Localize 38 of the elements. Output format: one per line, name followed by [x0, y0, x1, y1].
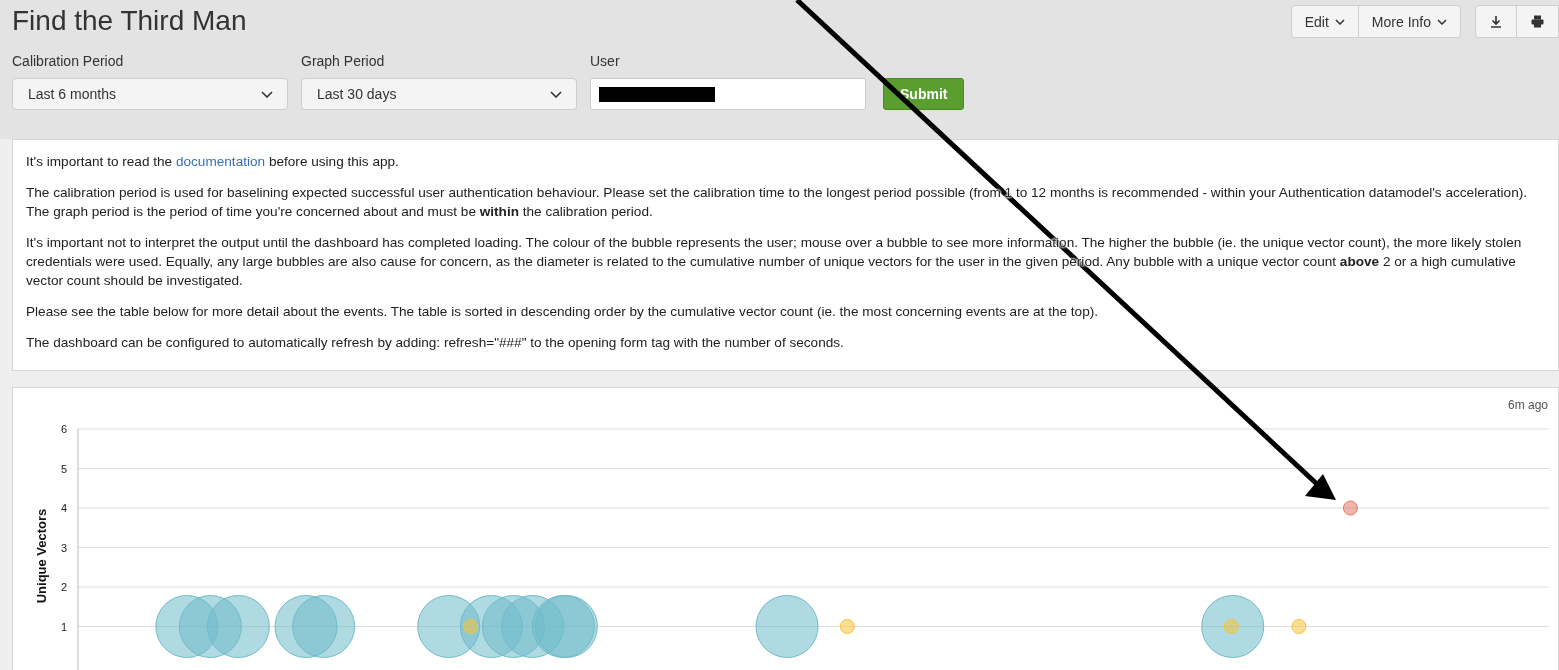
- chevron-icon: [550, 90, 562, 98]
- chevron-icon: [261, 90, 273, 98]
- y-tick-label: 6: [60, 423, 68, 435]
- download-button[interactable]: [1475, 5, 1517, 38]
- download-icon: [1490, 15, 1502, 28]
- bubble[interactable]: [292, 595, 356, 658]
- bubble[interactable]: [1223, 619, 1239, 634]
- caret-icon: [1437, 18, 1447, 25]
- dropdown[interactable]: Last 6 months: [12, 78, 288, 110]
- user-input-field[interactable]: [590, 78, 866, 110]
- y-tick-label: 2: [60, 581, 68, 593]
- bubble[interactable]: [1342, 500, 1358, 516]
- y-tick-label: 3: [60, 541, 68, 554]
- field-label: Graph Period: [301, 53, 386, 69]
- menu-button[interactable]: Edit: [1290, 5, 1359, 38]
- printer-icon: [1531, 15, 1544, 28]
- page-title: Find the Third Man: [12, 4, 247, 38]
- bubble[interactable]: [206, 595, 270, 658]
- bubble[interactable]: [1291, 619, 1307, 634]
- bubble[interactable]: [755, 595, 819, 658]
- description-paragraph: Please see the table below for more detail about the events. The table is sorted in descending order by the cumulative vector count (ie. the most concerning events are at the top).: [26, 303, 1099, 321]
- bubble[interactable]: [1201, 595, 1265, 658]
- menu-button[interactable]: More Info: [1357, 5, 1461, 38]
- description-paragraph: The dashboard can be configured to automatically refresh by adding: refresh="###" to the opening form tag with the number of seconds.: [26, 334, 845, 352]
- intro-paragraph: It's important to read the documentation before using this app.: [26, 153, 400, 171]
- dropdown[interactable]: Last 30 days: [301, 78, 577, 110]
- field-label: Calibration Period: [12, 53, 125, 69]
- timestamp: 6m ago: [1507, 398, 1548, 412]
- bubble[interactable]: [839, 619, 855, 634]
- bubble[interactable]: [463, 619, 479, 634]
- y-tick-label: 5: [60, 462, 68, 475]
- y-tick-label: 4: [60, 502, 68, 514]
- y-tick-label: 1: [60, 620, 68, 633]
- field-label: User: [590, 53, 621, 69]
- documentation-link[interactable]: documentation: [175, 154, 266, 169]
- y-axis-title: Unique Vectors: [34, 508, 50, 604]
- caret-icon: [1334, 18, 1345, 25]
- print-button[interactable]: [1516, 5, 1559, 38]
